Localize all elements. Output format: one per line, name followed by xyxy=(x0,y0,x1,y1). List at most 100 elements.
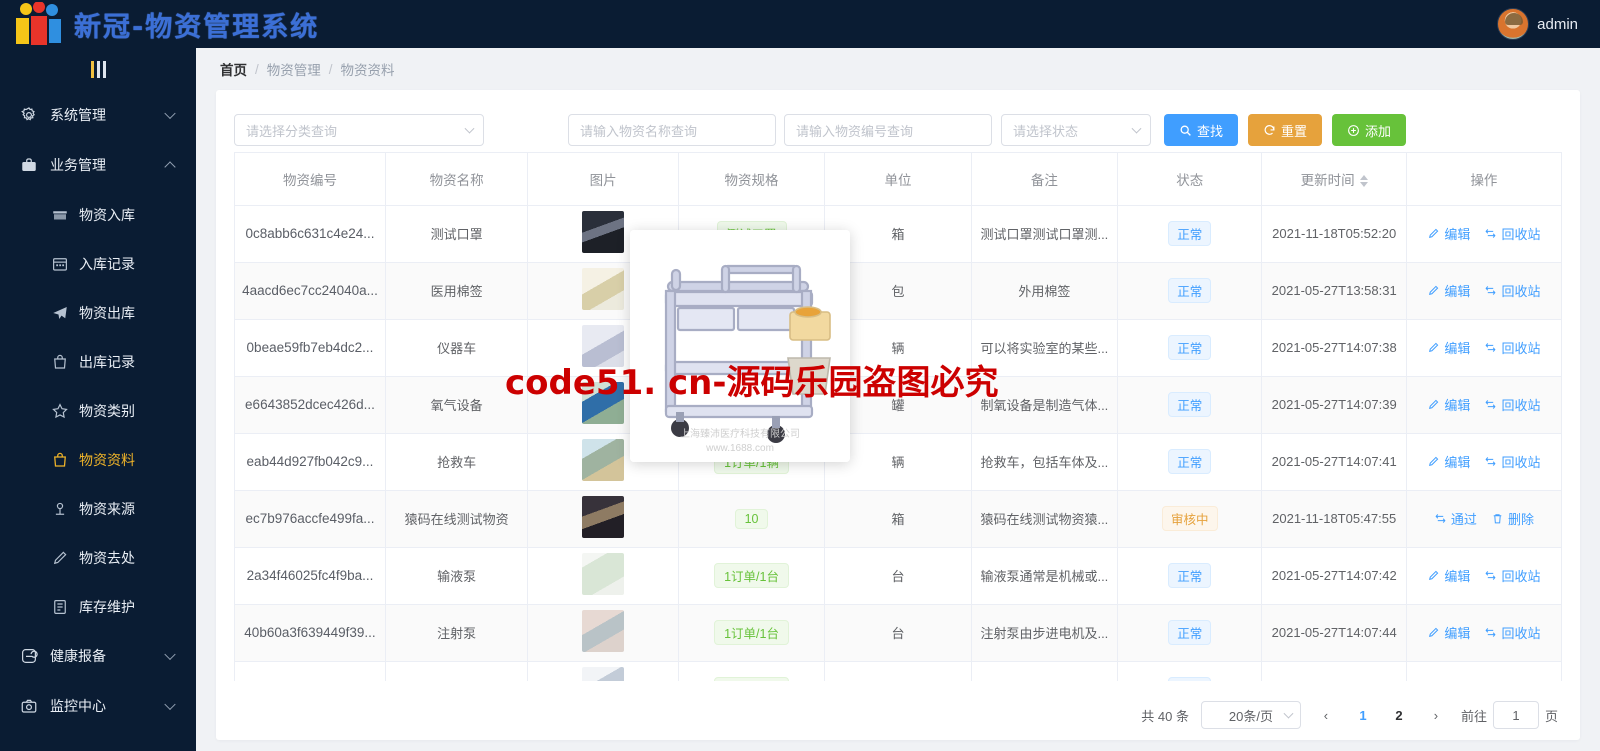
preview-site: www.1688.com xyxy=(706,443,774,454)
table-row[interactable]: 40b60a3f639449f39... 注射泵 1订单/1台 台 注射泵由步进电机及.… xyxy=(235,604,1561,662)
op-button-1[interactable]: 回收站 xyxy=(1484,680,1540,681)
user-area[interactable]: admin xyxy=(1497,8,1600,40)
table-row[interactable]: 0c8abb6c631c4e24...测试口罩测试口罩箱测试口罩测试口罩测...… xyxy=(235,205,1561,263)
cell-status: 正常 xyxy=(1117,661,1263,681)
reset-button[interactable]: 重置 xyxy=(1248,114,1323,146)
name-search-placeholder: 请输入物资名称查询 xyxy=(580,123,698,139)
pagination-prev[interactable]: ‹ xyxy=(1313,701,1339,729)
edit-icon xyxy=(1429,627,1439,637)
status-badge: 正常 xyxy=(1168,677,1212,681)
cell-spec: 1订单/1台 xyxy=(678,661,826,681)
sidebar-item-label: 物资入库 xyxy=(79,206,135,223)
cell-remark: 测试口罩测试口罩测... xyxy=(971,205,1119,263)
updated-time: 2021-05-27T13:58:31 xyxy=(1271,283,1397,298)
sidebar-item-inbound[interactable]: 物资入库 xyxy=(0,190,196,239)
recycle-icon xyxy=(1485,628,1496,637)
status-select[interactable]: 请选择状态 xyxy=(1001,114,1151,146)
op-button-0[interactable]: 编辑 xyxy=(1427,566,1470,585)
breadcrumb-item-2[interactable]: 物资资料 xyxy=(341,59,395,79)
op-button-1[interactable]: 回收站 xyxy=(1484,224,1540,243)
recycle-icon xyxy=(1485,571,1496,580)
pagination-page-1[interactable]: 1 xyxy=(1351,701,1375,729)
table-row[interactable]: 2a34f46025fc4f9ba... 输液泵 1订单/1台 台 输液泵通常是机械或.… xyxy=(235,547,1561,605)
image-preview-popup[interactable]: 上海臻沛医疗科技有限公司 www.1688.com xyxy=(630,230,850,462)
table-row[interactable]: 4aacd6ec7cc24040a... 医用棉签 包 外用棉签 正常 2021-05-2… xyxy=(235,262,1561,320)
op-button-1[interactable]: 回收站 xyxy=(1484,338,1540,357)
refresh-icon xyxy=(1264,124,1275,135)
sidebar-item-source[interactable]: 物资来源 xyxy=(0,484,196,533)
op-button-0[interactable]: 编辑 xyxy=(1427,395,1470,414)
sort-caret-icon[interactable] xyxy=(1359,175,1368,188)
cell-operations: 通过 删除 xyxy=(1406,490,1561,548)
material-thumbnail[interactable] xyxy=(582,325,625,367)
pagination-next[interactable]: › xyxy=(1423,701,1449,729)
material-thumbnail[interactable] xyxy=(582,667,625,681)
sidebar-item-health[interactable]: 健康报备 xyxy=(0,631,196,681)
sidebar-item-outbound[interactable]: 物资出库 xyxy=(0,288,196,337)
sidebar-item-business[interactable]: 业务管理 xyxy=(0,140,196,190)
material-name: 医用棉签 xyxy=(430,284,483,299)
pagination-jumper: 前往 页 xyxy=(1461,701,1558,729)
op-button-0[interactable]: 编辑 xyxy=(1427,281,1470,300)
page-size-value: 20条/页 xyxy=(1228,708,1273,724)
sidebar-item-outbound-records[interactable]: 出库记录 xyxy=(0,337,196,386)
category-select[interactable]: 请选择分类查询 xyxy=(234,114,484,146)
material-thumbnail[interactable] xyxy=(582,496,625,538)
op-button-1[interactable]: 回收站 xyxy=(1484,623,1540,642)
sidebar-item-system[interactable]: 系统管理 xyxy=(0,90,196,140)
sidebar-group-system: 系统管理 xyxy=(0,90,196,140)
sidebar-item-category[interactable]: 物资类别 xyxy=(0,386,196,435)
op-button-0[interactable]: 编辑 xyxy=(1427,452,1470,471)
cell-operations: 编辑 回收站 xyxy=(1406,205,1561,263)
breadcrumb-home[interactable]: 首页 xyxy=(220,59,247,79)
reset-button-label: 重置 xyxy=(1281,123,1308,139)
sidebar-collapse-icon[interactable] xyxy=(0,48,196,90)
cell-name: 氧气设备 xyxy=(385,376,529,434)
gear-icon xyxy=(21,107,35,121)
material-thumbnail[interactable] xyxy=(582,268,625,310)
op-label: 回收站 xyxy=(1501,341,1541,356)
code-search-input[interactable]: 请输入物资编号查询 xyxy=(784,114,992,146)
cell-status: 正常 xyxy=(1117,604,1263,662)
breadcrumb-item-1[interactable]: 物资管理 xyxy=(267,59,321,79)
material-thumbnail[interactable] xyxy=(582,553,625,595)
avatar[interactable] xyxy=(1497,8,1530,40)
material-thumbnail[interactable] xyxy=(582,382,625,424)
page-size-select[interactable]: 20条/页 xyxy=(1200,701,1301,729)
material-thumbnail[interactable] xyxy=(582,439,625,481)
row-operations: 编辑 回收站 xyxy=(1408,338,1560,357)
material-thumbnail[interactable] xyxy=(582,211,625,253)
sidebar-item-monitor[interactable]: 监控中心 xyxy=(0,681,196,731)
sidebar-item-inbound-records[interactable]: 入库记录 xyxy=(0,239,196,288)
op-button-0[interactable]: 编辑 xyxy=(1427,680,1470,681)
op-button-0[interactable]: 编辑 xyxy=(1427,224,1470,243)
add-button[interactable]: 添加 xyxy=(1332,114,1407,146)
col-header-updated[interactable]: 更新时间 xyxy=(1261,153,1407,206)
table-row[interactable]: eab44d927fb042c9... 抢救车 1订单/1辆辆抢救车，包括车体及..… xyxy=(235,433,1561,491)
op-button-1[interactable]: 回收站 xyxy=(1484,281,1540,300)
table-row[interactable]: b0927f9bed064d72...电子血压计 1订单/1台 台电子血压计外观轻巧… xyxy=(235,661,1561,681)
search-button[interactable]: 查找 xyxy=(1164,114,1239,146)
sidebar-item-destination[interactable]: 物资去处 xyxy=(0,533,196,582)
table-row[interactable]: 0beae59fb7eb4dc2... 仪器车 辆 可以将实验室的某些... 正常 202… xyxy=(235,319,1561,377)
user-icon xyxy=(55,502,65,515)
name-search-input[interactable]: 请输入物资名称查询 xyxy=(568,114,776,146)
pagination-page-2[interactable]: 2 xyxy=(1387,701,1411,729)
op-button-0[interactable]: 编辑 xyxy=(1427,623,1470,642)
op-button-1[interactable]: 删除 xyxy=(1491,509,1534,528)
op-button-1[interactable]: 回收站 xyxy=(1484,452,1540,471)
material-thumbnail[interactable] xyxy=(582,610,625,652)
pagination-goto-input[interactable] xyxy=(1492,701,1539,729)
table-row[interactable]: e6643852dcec426d... 氧气设备 罐 制氧设备是制造气体... 正常 20… xyxy=(235,376,1561,434)
op-button-1[interactable]: 回收站 xyxy=(1484,566,1540,585)
brand: 新冠-物资管理系统 xyxy=(0,0,319,48)
op-button-0[interactable]: 编辑 xyxy=(1427,338,1470,357)
material-code: eab44d927fb042c9... xyxy=(246,454,374,469)
table-row[interactable]: ec7b976accfe499fa... 猿码在线测试物资 10 箱 猿码在线测试物资猿… xyxy=(235,490,1561,548)
material-remark: 测试口罩测试口罩测... xyxy=(980,227,1109,242)
sidebar-item-material-data[interactable]: 物资资料 xyxy=(0,435,196,484)
op-button-1[interactable]: 回收站 xyxy=(1484,395,1540,414)
op-button-0[interactable]: 通过 xyxy=(1434,509,1477,528)
op-label: 编辑 xyxy=(1444,227,1471,242)
sidebar-item-stock-maintenance[interactable]: 库存维护 xyxy=(0,582,196,631)
